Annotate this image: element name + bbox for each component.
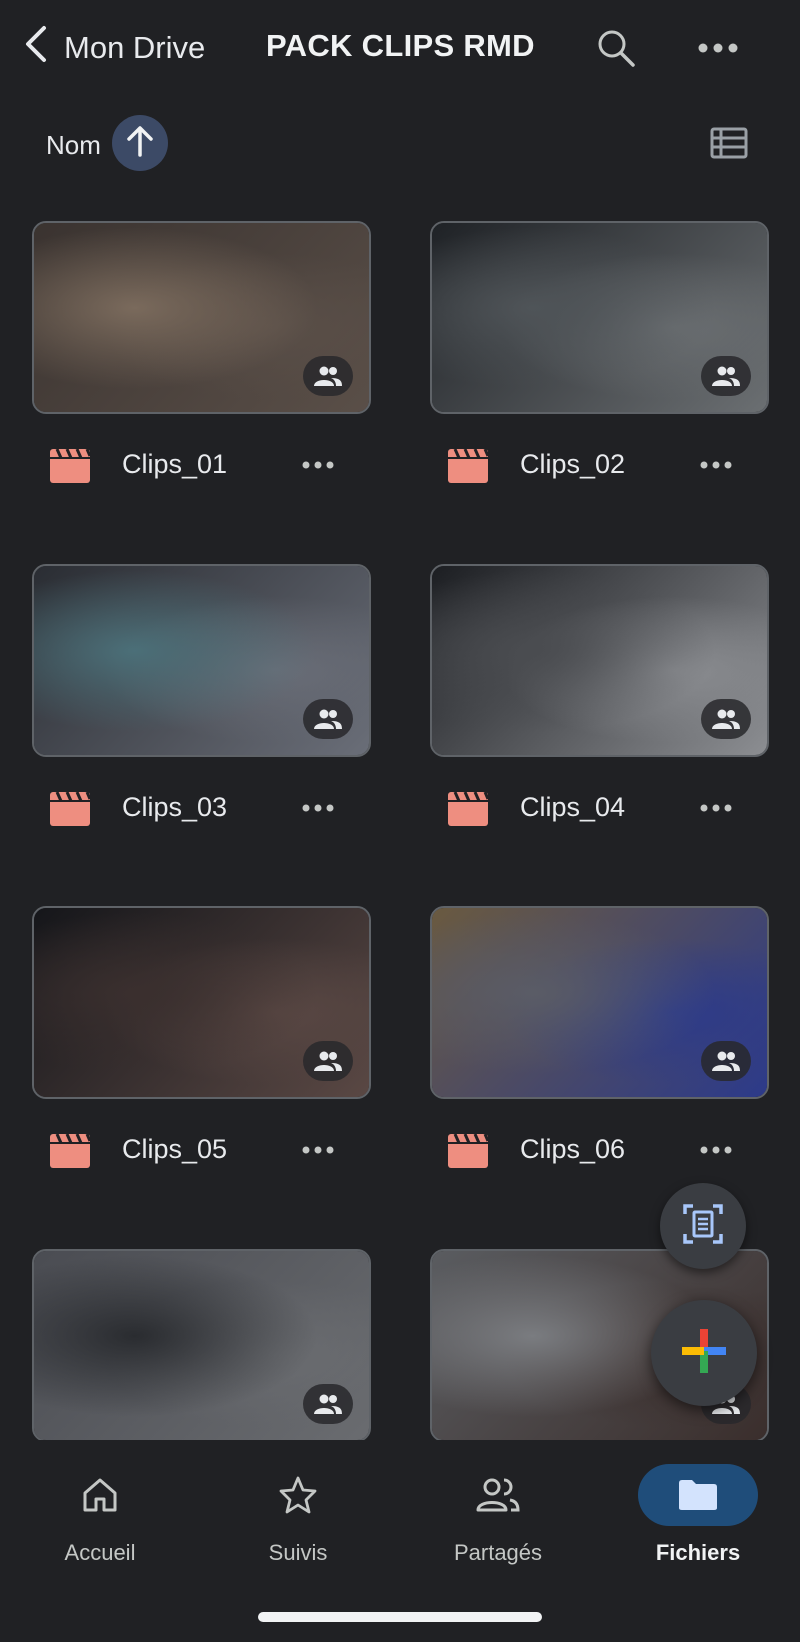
shared-people-icon <box>701 699 751 739</box>
back-button[interactable]: Mon Drive <box>22 26 205 70</box>
nav-label-suivis: Suivis <box>268 1540 328 1565</box>
shared-people-icon <box>303 1384 353 1424</box>
nav-item-accueil[interactable]: Accueil <box>0 1440 200 1580</box>
shared-people-icon <box>303 356 353 396</box>
list-view-icon[interactable] <box>704 120 754 166</box>
shared-people-icon <box>303 1041 353 1081</box>
folder-icon <box>638 1464 758 1526</box>
nav-label-accueil: Accueil <box>64 1540 136 1565</box>
file-name: Clips_04 <box>520 792 626 822</box>
shared-people-icon <box>701 356 751 396</box>
file-thumbnail[interactable] <box>430 906 769 1099</box>
page-title: PACK CLIPS RMD <box>266 28 535 63</box>
nav-label-fichiers: Fichiers <box>655 1540 741 1565</box>
video-file-icon <box>448 1133 490 1168</box>
more-horiz-icon[interactable] <box>694 24 742 72</box>
video-file-icon <box>448 448 490 483</box>
more-horiz-icon[interactable] <box>294 786 342 830</box>
more-horiz-icon[interactable] <box>294 443 342 487</box>
sort-label[interactable]: Nom <box>46 130 101 161</box>
more-horiz-icon[interactable] <box>692 786 740 830</box>
people-icon <box>438 1464 558 1526</box>
sort-direction-button[interactable] <box>112 115 168 171</box>
star-icon <box>238 1464 358 1526</box>
file-row[interactable]: Clips_05 <box>32 1122 371 1178</box>
file-row[interactable]: Clips_04 <box>430 780 769 836</box>
file-thumbnail[interactable] <box>32 564 371 757</box>
video-file-icon <box>50 791 92 826</box>
video-file-icon <box>50 1133 92 1168</box>
home-indicator[interactable] <box>258 1612 542 1622</box>
file-thumbnail[interactable] <box>32 1249 371 1442</box>
file-row[interactable]: Clips_06 <box>430 1122 769 1178</box>
scan-button[interactable] <box>660 1183 746 1269</box>
shared-people-icon <box>303 699 353 739</box>
nav-item-partages[interactable]: Partagés <box>398 1440 598 1580</box>
more-horiz-icon[interactable] <box>294 1128 342 1172</box>
file-thumbnail[interactable] <box>430 221 769 414</box>
file-name: Clips_05 <box>122 1134 228 1164</box>
file-thumbnail[interactable] <box>32 221 371 414</box>
shared-people-icon <box>701 1041 751 1081</box>
back-label: Mon Drive <box>64 30 206 65</box>
file-thumbnail[interactable] <box>32 906 371 1099</box>
file-row[interactable]: Clips_01 <box>32 437 371 493</box>
new-button[interactable] <box>651 1300 757 1406</box>
chevron-left-icon <box>22 24 50 72</box>
file-name: Clips_02 <box>520 449 626 479</box>
file-thumbnail[interactable] <box>430 564 769 757</box>
arrow-up-icon <box>126 125 154 162</box>
video-file-icon <box>448 791 490 826</box>
video-file-icon <box>50 448 92 483</box>
file-row[interactable]: Clips_02 <box>430 437 769 493</box>
nav-item-fichiers[interactable]: Fichiers <box>598 1440 798 1580</box>
file-name: Clips_03 <box>122 792 228 822</box>
document-scan-icon <box>681 1202 725 1251</box>
app-header: Mon Drive PACK CLIPS RMD <box>0 0 800 95</box>
nav-item-suivis[interactable]: Suivis <box>198 1440 398 1580</box>
search-icon[interactable] <box>592 24 640 72</box>
more-horiz-icon[interactable] <box>692 1128 740 1172</box>
plus-multicolor-icon <box>680 1327 728 1380</box>
file-name: Clips_01 <box>122 449 228 479</box>
file-row[interactable]: Clips_03 <box>32 780 371 836</box>
more-horiz-icon[interactable] <box>692 443 740 487</box>
nav-label-partages: Partagés <box>453 1540 543 1565</box>
file-name: Clips_06 <box>520 1134 626 1164</box>
home-icon <box>40 1464 160 1526</box>
